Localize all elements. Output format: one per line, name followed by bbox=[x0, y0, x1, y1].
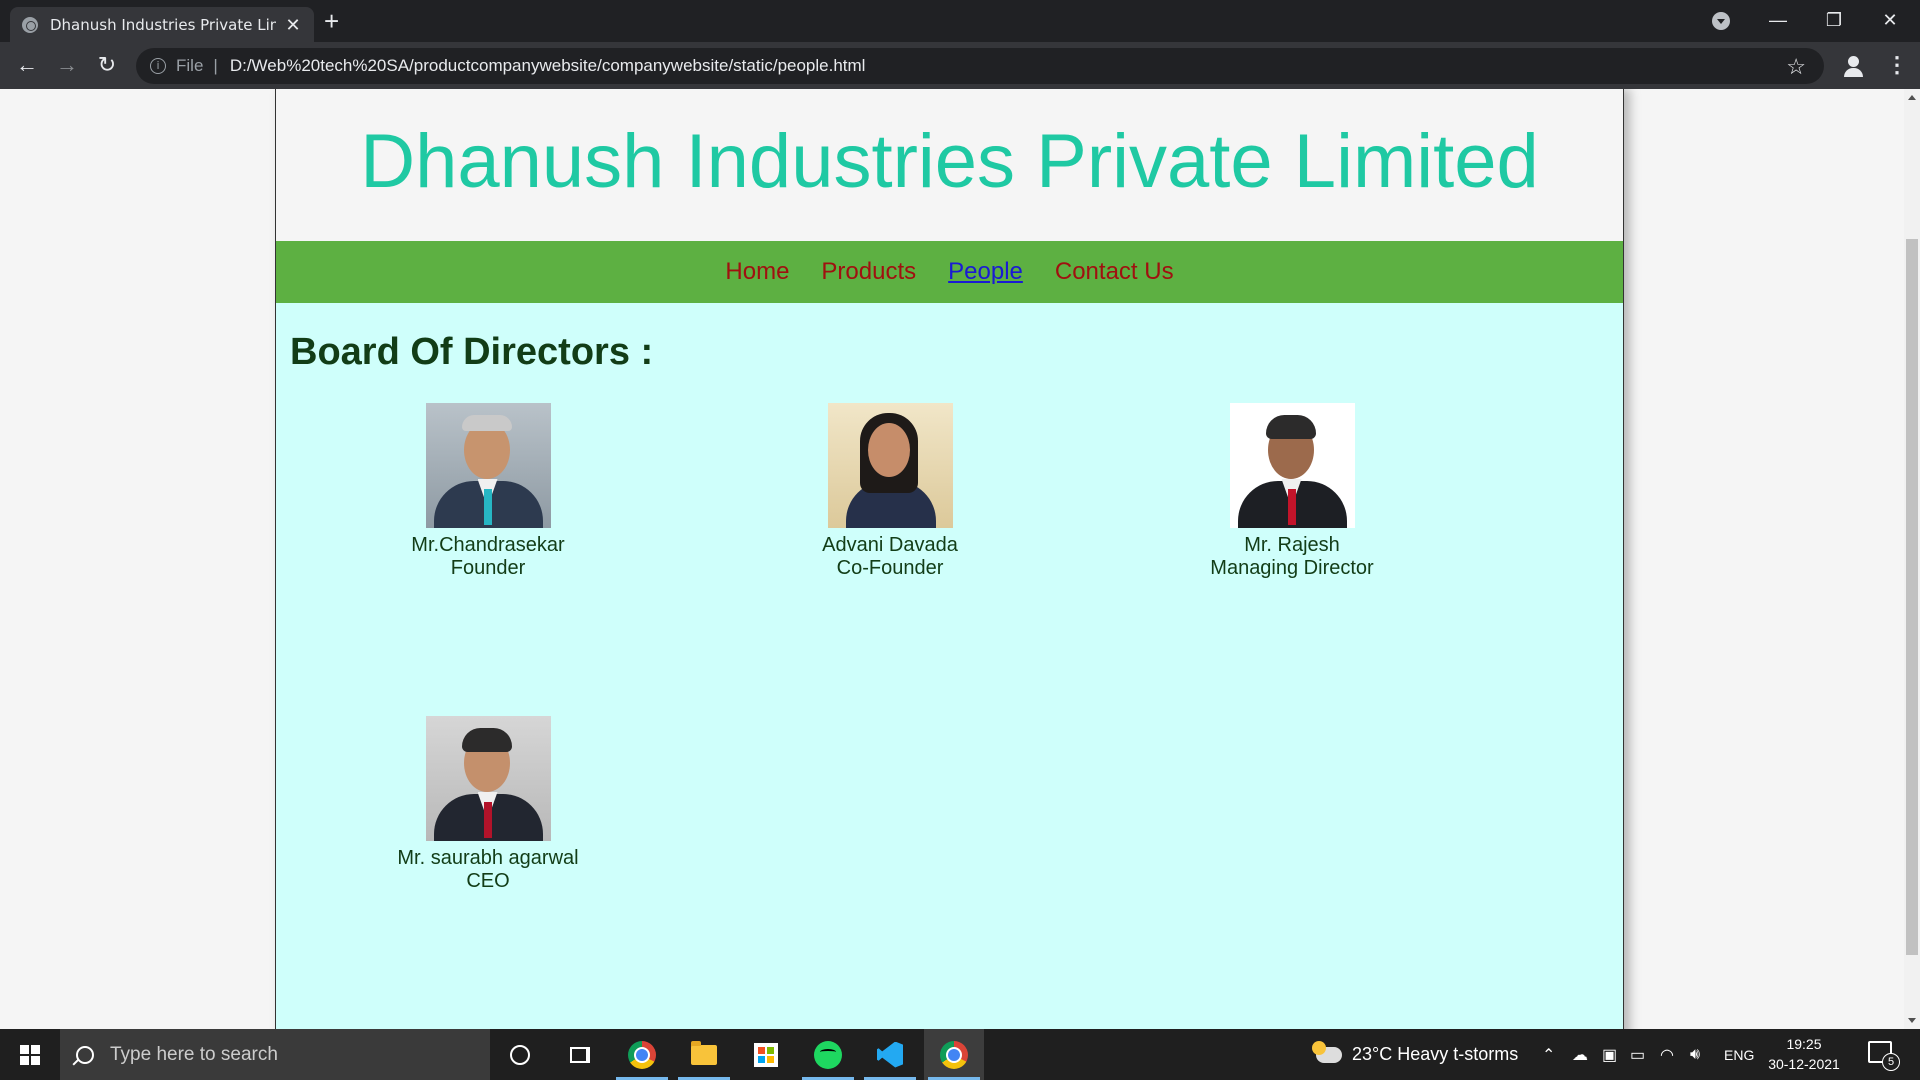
clock-time: 19:25 bbox=[1786, 1036, 1822, 1052]
new-tab-button[interactable]: + bbox=[324, 8, 339, 34]
menu-kebab-icon[interactable]: ⋮ bbox=[1886, 52, 1908, 78]
taskbar: Type here to search 23°C Heavy t-storms … bbox=[0, 1029, 1920, 1080]
browser-chrome: Dhanush Industries Private Limite ✕ + — … bbox=[0, 0, 1920, 89]
weather-icon bbox=[1312, 1040, 1342, 1063]
onedrive-icon[interactable]: ☁ bbox=[1572, 1029, 1588, 1080]
director-name: Mr.Chandrasekar bbox=[411, 534, 565, 556]
cortana-icon bbox=[510, 1044, 530, 1065]
tab-title: Dhanush Industries Private Limite bbox=[50, 15, 276, 34]
folder-icon bbox=[691, 1040, 717, 1065]
taskbar-file-explorer-button[interactable] bbox=[674, 1029, 734, 1080]
director-name: Advani Davada bbox=[822, 534, 958, 556]
start-button[interactable] bbox=[0, 1029, 60, 1080]
bookmark-star-icon[interactable]: ☆ bbox=[1786, 54, 1806, 80]
director-card: Mr. Rajesh Managing Director bbox=[1172, 403, 1412, 580]
director-photo bbox=[1229, 403, 1355, 528]
taskbar-search[interactable]: Type here to search bbox=[60, 1029, 490, 1080]
reload-icon[interactable]: ↻ bbox=[92, 50, 122, 80]
nav-home[interactable]: Home bbox=[725, 258, 789, 286]
browser-tab[interactable]: Dhanush Industries Private Limite ✕ bbox=[10, 7, 314, 42]
restore-button[interactable]: ❐ bbox=[1806, 0, 1862, 40]
site-title: Dhanush Industries Private Limited bbox=[360, 118, 1539, 204]
director-name: Mr. saurabh agarwal bbox=[397, 847, 579, 869]
section-heading: Board Of Directors : bbox=[290, 331, 654, 373]
director-card: Advani Davada Co-Founder bbox=[770, 403, 1010, 580]
director-card: Mr.Chandrasekar Founder bbox=[368, 403, 608, 580]
task-view-icon bbox=[570, 1046, 590, 1063]
site-nav: Home Products People Contact Us bbox=[276, 241, 1623, 303]
back-arrow-icon[interactable]: ← bbox=[12, 50, 42, 80]
chrome-icon bbox=[940, 1040, 968, 1069]
site-header: Dhanush Industries Private Limited bbox=[276, 89, 1623, 241]
minimize-button[interactable]: — bbox=[1750, 0, 1806, 40]
close-window-button[interactable]: ✕ bbox=[1862, 0, 1918, 40]
tray-chevron-icon[interactable]: ⌃ bbox=[1542, 1029, 1555, 1080]
director-photo bbox=[425, 403, 551, 528]
store-icon bbox=[754, 1042, 778, 1067]
globe-icon bbox=[22, 16, 38, 33]
taskbar-store-button[interactable] bbox=[736, 1029, 796, 1080]
wifi-icon[interactable]: ◠ bbox=[1660, 1029, 1674, 1080]
page-container: Dhanush Industries Private Limited Home … bbox=[275, 89, 1624, 1029]
weather-text: 23°C Heavy t-storms bbox=[1352, 1044, 1519, 1064]
battery-icon[interactable]: ▭ bbox=[1630, 1029, 1645, 1080]
vscode-icon bbox=[877, 1041, 903, 1068]
nav-products[interactable]: Products bbox=[821, 258, 916, 286]
taskbar-spotify-button[interactable] bbox=[798, 1029, 858, 1080]
address-bar[interactable]: i File | D:/Web%20tech%20SA/productcompa… bbox=[136, 48, 1824, 84]
nav-contact-us[interactable]: Contact Us bbox=[1055, 258, 1174, 286]
notification-count: 5 bbox=[1882, 1053, 1900, 1071]
notification-icon[interactable]: 5 bbox=[1868, 1041, 1900, 1071]
scrollbar-thumb[interactable] bbox=[1906, 239, 1918, 955]
tab-strip: Dhanush Industries Private Limite ✕ + — … bbox=[0, 0, 1920, 42]
volume-icon[interactable]: 🔊︎ bbox=[1690, 1029, 1700, 1080]
chrome-icon bbox=[628, 1040, 656, 1069]
taskbar-vscode-button[interactable] bbox=[860, 1029, 920, 1080]
windows-logo-icon bbox=[20, 1044, 40, 1065]
tab-close-icon[interactable]: ✕ bbox=[284, 16, 302, 34]
url-text[interactable]: D:/Web%20tech%20SA/productcompanywebsite… bbox=[230, 56, 866, 76]
director-role: Founder bbox=[450, 557, 526, 579]
vertical-scrollbar[interactable] bbox=[1904, 89, 1920, 1029]
cortana-button[interactable] bbox=[490, 1029, 550, 1080]
clock-date: 30-12-2021 bbox=[1768, 1056, 1840, 1072]
director-card: Mr. saurabh agarwal CEO bbox=[368, 716, 608, 893]
info-icon[interactable]: i bbox=[150, 58, 166, 74]
taskbar-chrome-button[interactable] bbox=[612, 1029, 672, 1080]
nav-people[interactable]: People bbox=[948, 258, 1023, 286]
director-name: Mr. Rajesh bbox=[1244, 534, 1340, 556]
device-icon[interactable]: ▣ bbox=[1602, 1029, 1617, 1080]
weather-widget[interactable]: 23°C Heavy t-storms bbox=[1312, 1029, 1519, 1080]
director-role: Managing Director bbox=[1210, 557, 1374, 579]
search-placeholder: Type here to search bbox=[110, 1043, 278, 1065]
language-indicator[interactable]: ENG bbox=[1724, 1029, 1754, 1080]
director-photo bbox=[827, 403, 953, 528]
tab-search-icon[interactable] bbox=[1712, 12, 1730, 30]
scroll-down-arrow-icon[interactable] bbox=[1908, 1018, 1916, 1023]
task-view-button[interactable] bbox=[550, 1029, 610, 1080]
taskbar-chrome-active-button[interactable] bbox=[924, 1029, 984, 1080]
director-photo bbox=[425, 716, 551, 841]
forward-arrow-icon[interactable]: → bbox=[52, 50, 82, 80]
profile-icon[interactable] bbox=[1840, 52, 1868, 80]
url-scheme-label: File bbox=[176, 56, 204, 75]
search-icon bbox=[76, 1045, 94, 1064]
url-separator: | bbox=[213, 56, 218, 75]
director-role: CEO bbox=[466, 870, 510, 892]
system-clock[interactable]: 19:25 30-12-2021 bbox=[1762, 1034, 1846, 1074]
browser-toolbar: ← → ↻ i File | D:/Web%20tech%20SA/produc… bbox=[0, 42, 1920, 89]
scroll-up-arrow-icon[interactable] bbox=[1908, 95, 1916, 100]
spotify-icon bbox=[814, 1040, 842, 1069]
director-role: Co-Founder bbox=[836, 557, 944, 579]
page-viewport: Dhanush Industries Private Limited Home … bbox=[0, 89, 1904, 1029]
